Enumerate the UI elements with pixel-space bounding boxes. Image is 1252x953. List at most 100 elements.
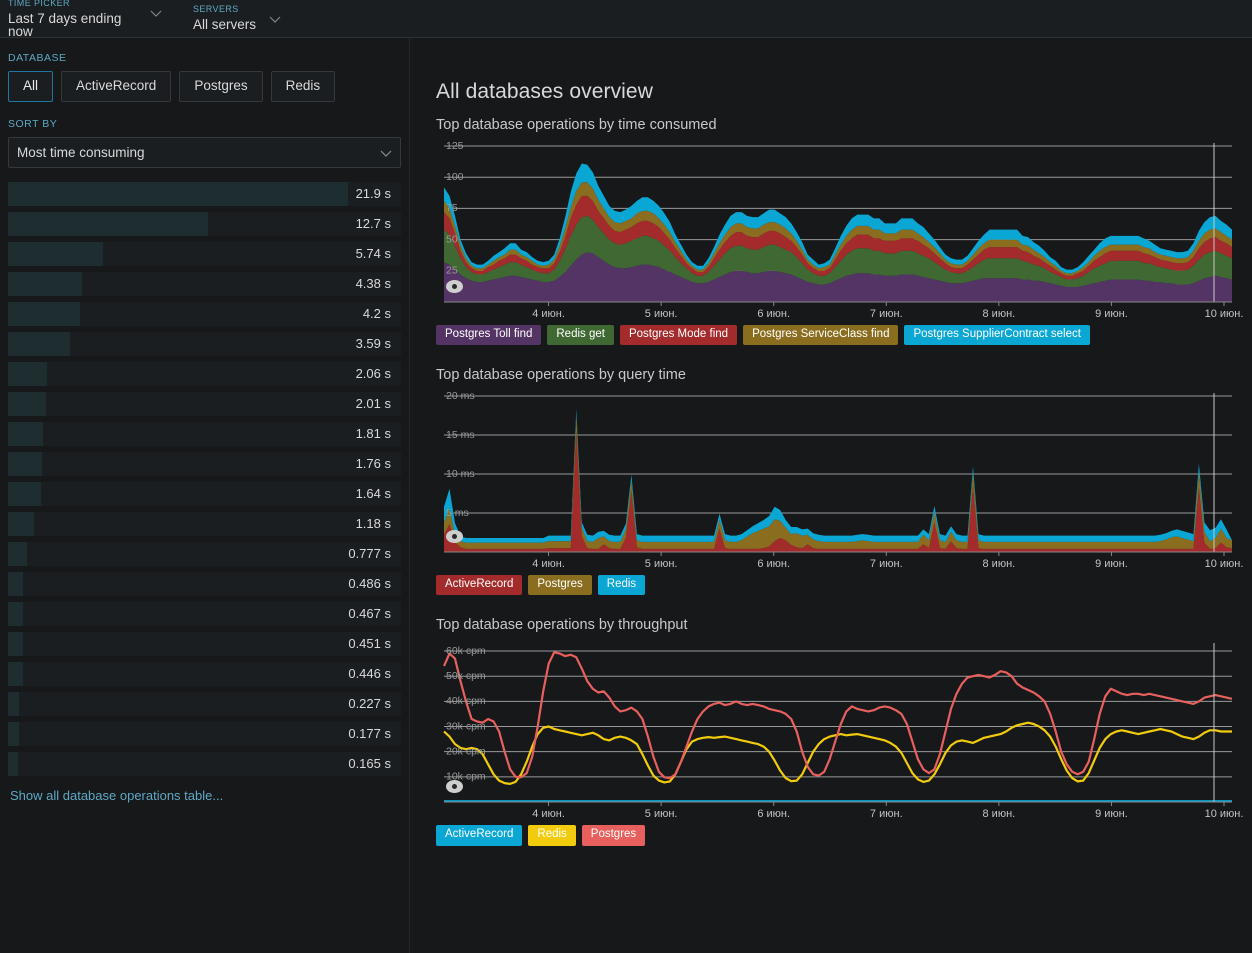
- operation-bar-fill: [8, 661, 23, 686]
- chart-query-time[interactable]: 5 ms 10 ms 15 ms 20 ms 4 июн. 5 июн. 6 июн. 7 и…: [436, 388, 1244, 570]
- svg-text:20k cpm: 20k cpm: [446, 746, 486, 758]
- operation-bar-row[interactable]: 0.467 s: [8, 601, 401, 626]
- database-filter-label: DATABASE: [8, 52, 67, 64]
- svg-text:100: 100: [446, 171, 464, 183]
- time-picker-value: Last 7 days ending now: [8, 10, 122, 39]
- operation-bar-fill: [8, 571, 24, 596]
- legend-item[interactable]: Postgres: [581, 825, 646, 846]
- svg-text:8 июн.: 8 июн.: [983, 558, 1016, 570]
- operation-bar-value: 0.446 s: [348, 666, 391, 682]
- database-filter-group: All ActiveRecord Postgres Redis: [8, 71, 401, 102]
- sort-by-select[interactable]: Most time consuming: [8, 136, 401, 168]
- operation-bar-fill: [8, 691, 20, 716]
- svg-text:4 июн.: 4 июн.: [532, 808, 565, 820]
- operation-bar-fill: [8, 421, 44, 446]
- database-filter-all[interactable]: All: [8, 71, 54, 102]
- operation-bar-row[interactable]: 3.59 s: [8, 331, 401, 356]
- panel-title: Top database operations by throughput: [436, 617, 688, 634]
- operation-bar-fill: [8, 511, 34, 536]
- operation-bar-row[interactable]: 2.01 s: [8, 391, 401, 416]
- content-area: All databases overview Top database oper…: [410, 38, 1252, 953]
- svg-text:5 ms: 5 ms: [446, 507, 469, 519]
- operation-bar-row[interactable]: 1.18 s: [8, 511, 401, 536]
- top-toolbar: TIME PICKER Last 7 days ending now SERVE…: [0, 0, 1252, 38]
- chevron-down-icon: [268, 12, 282, 26]
- operation-bar-fill: [8, 241, 103, 266]
- legend-item[interactable]: Redis get: [547, 325, 614, 346]
- legend-item[interactable]: Postgres Toll find: [436, 325, 542, 346]
- sort-by-control[interactable]: Most time consuming: [8, 136, 401, 168]
- servers-picker-label: SERVERS: [193, 4, 239, 15]
- operation-bar-row[interactable]: 0.177 s: [8, 721, 401, 746]
- svg-text:50: 50: [446, 233, 458, 245]
- operation-bar-row[interactable]: 0.486 s: [8, 571, 401, 596]
- svg-text:60k cpm: 60k cpm: [446, 645, 486, 657]
- panel-time-consumed: Top database operations by time consumed…: [436, 117, 1244, 346]
- database-filter-redis[interactable]: Redis: [270, 71, 336, 102]
- legend-item[interactable]: Postgres ServiceClass find: [743, 325, 899, 346]
- operation-bar-row[interactable]: 5.74 s: [8, 241, 401, 266]
- show-all-operations-link[interactable]: Show all database operations table...: [8, 788, 401, 803]
- operation-bar-row[interactable]: 0.227 s: [8, 691, 401, 716]
- operation-bar-row[interactable]: 1.64 s: [8, 481, 401, 506]
- panel-throughput: Top database operations by throughput 10…: [436, 617, 1244, 846]
- operation-bar-fill: [8, 481, 41, 506]
- svg-text:8 июн.: 8 июн.: [983, 808, 1016, 820]
- operation-bar-value: 0.451 s: [348, 636, 391, 652]
- svg-text:20 ms: 20 ms: [446, 390, 475, 402]
- operation-bar-row[interactable]: 0.451 s: [8, 631, 401, 656]
- operation-bar-row[interactable]: 0.446 s: [8, 661, 401, 686]
- operation-bar-value: 2.01 s: [355, 396, 391, 412]
- database-filter-activerecord[interactable]: ActiveRecord: [61, 71, 172, 102]
- legend-item[interactable]: Postgres: [528, 575, 592, 596]
- operation-bar-fill: [8, 211, 209, 236]
- operation-bar-fill: [8, 271, 83, 296]
- legend-item[interactable]: Redis: [528, 825, 576, 846]
- operation-bar-value: 3.59 s: [355, 336, 391, 352]
- operation-bar-row[interactable]: 0.165 s: [8, 751, 401, 776]
- database-filter-postgres[interactable]: Postgres: [179, 71, 263, 102]
- operation-bar-row[interactable]: 1.81 s: [8, 421, 401, 446]
- svg-text:5 июн.: 5 июн.: [645, 308, 678, 320]
- chart-throughput[interactable]: 10k cpm 20k cpm 30k cpm 40k cpm 50k cpm 60k c…: [436, 638, 1244, 820]
- chart-scrub-handle-dot: [452, 284, 457, 289]
- svg-text:10 ms: 10 ms: [446, 468, 475, 480]
- operation-bar-value: 4.2 s: [362, 306, 391, 322]
- operation-bar-row[interactable]: 1.76 s: [8, 451, 401, 476]
- legend-item[interactable]: Redis: [597, 575, 646, 596]
- chart-time-consumed[interactable]: 25 50 75 100 125 4 июн. 5 июн. 6 июн. 7 июн. 8 ию…: [436, 138, 1244, 320]
- svg-text:6 июн.: 6 июн.: [757, 308, 790, 320]
- operation-bar-row[interactable]: 4.2 s: [8, 301, 401, 326]
- svg-text:6 июн.: 6 июн.: [757, 558, 790, 570]
- legend-item[interactable]: Postgres Mode find: [619, 325, 738, 346]
- servers-picker-control[interactable]: SERVERS All servers: [193, 5, 282, 32]
- time-picker-control[interactable]: TIME PICKER Last 7 days ending now: [8, 0, 163, 39]
- svg-text:30k cpm: 30k cpm: [446, 721, 486, 733]
- svg-text:9 июн.: 9 июн.: [1095, 558, 1128, 570]
- svg-text:9 июн.: 9 июн.: [1095, 808, 1128, 820]
- legend-item[interactable]: ActiveRecord: [436, 825, 523, 846]
- operation-bar-row[interactable]: 2.06 s: [8, 361, 401, 386]
- chart-scrub-handle-dot: [452, 534, 457, 540]
- filters-sidebar: DATABASE All ActiveRecord Postgres Redis SO…: [0, 38, 410, 953]
- operation-bar-value: 12.7 s: [355, 216, 391, 232]
- svg-text:8 июн.: 8 июн.: [983, 308, 1016, 320]
- operation-bar-fill: [8, 721, 19, 746]
- operation-bar-value: 2.06 s: [355, 366, 391, 382]
- operation-bar-row[interactable]: 0.777 s: [8, 541, 401, 566]
- legend-item[interactable]: Postgres SupplierContract select: [904, 325, 1090, 346]
- operation-bar-value: 4.38 s: [355, 276, 391, 292]
- legend-item[interactable]: ActiveRecord: [436, 575, 523, 596]
- operation-bar-row[interactable]: 21.9 s: [8, 181, 401, 206]
- chart-legend: ActiveRecord Redis Postgres: [436, 825, 1244, 846]
- svg-text:40k cpm: 40k cpm: [446, 696, 486, 708]
- operation-bar-fill: [8, 331, 71, 356]
- operation-bar-fill: [8, 361, 48, 386]
- operation-bar-row[interactable]: 12.7 s: [8, 211, 401, 236]
- operation-bar-value: 0.467 s: [348, 606, 391, 622]
- chart-scrub-handle[interactable]: [446, 280, 463, 293]
- page-title: All databases overview: [436, 80, 653, 103]
- time-picker-label: TIME PICKER: [8, 0, 70, 8]
- svg-text:5 июн.: 5 июн.: [645, 808, 678, 820]
- operation-bar-row[interactable]: 4.38 s: [8, 271, 401, 296]
